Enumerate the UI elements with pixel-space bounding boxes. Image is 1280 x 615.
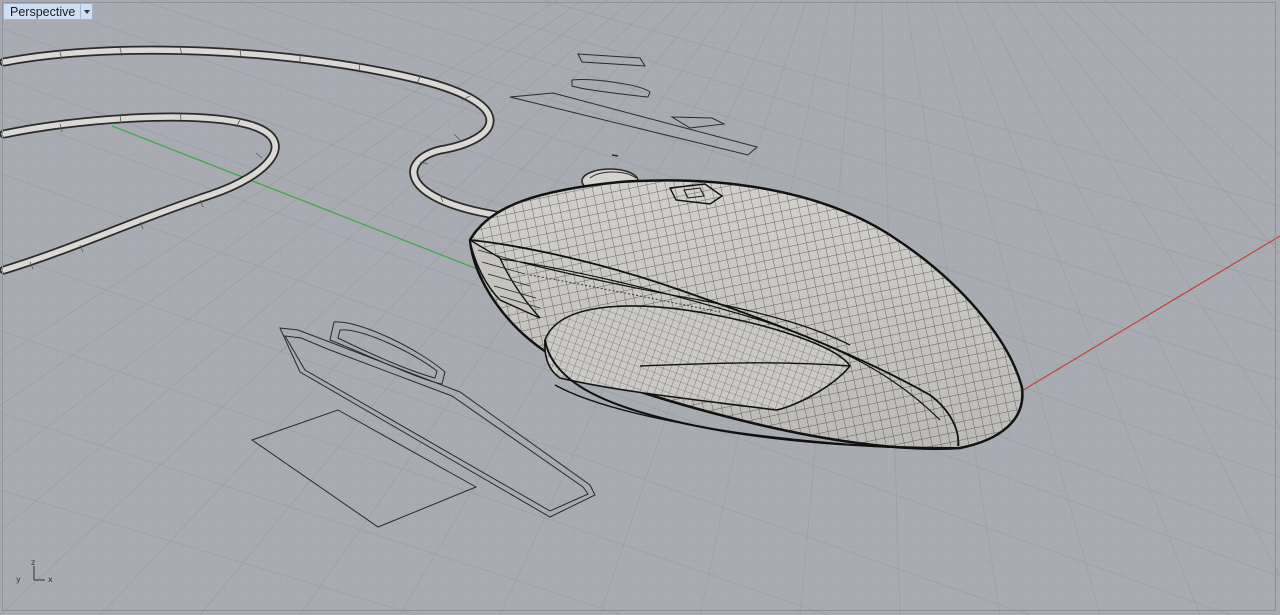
perspective-viewport[interactable]: z y x Perspective <box>0 0 1280 615</box>
viewport-title[interactable]: Perspective <box>4 4 80 20</box>
gizmo-y-label: y <box>16 575 21 584</box>
chevron-down-icon <box>83 9 90 14</box>
viewport-menu-dropdown[interactable] <box>80 4 92 19</box>
gizmo-z-label: z <box>31 558 35 567</box>
gizmo-x-label: x <box>48 575 53 584</box>
viewport-canvas[interactable]: z y x <box>0 0 1280 615</box>
viewport-title-tab[interactable]: Perspective <box>3 3 94 20</box>
